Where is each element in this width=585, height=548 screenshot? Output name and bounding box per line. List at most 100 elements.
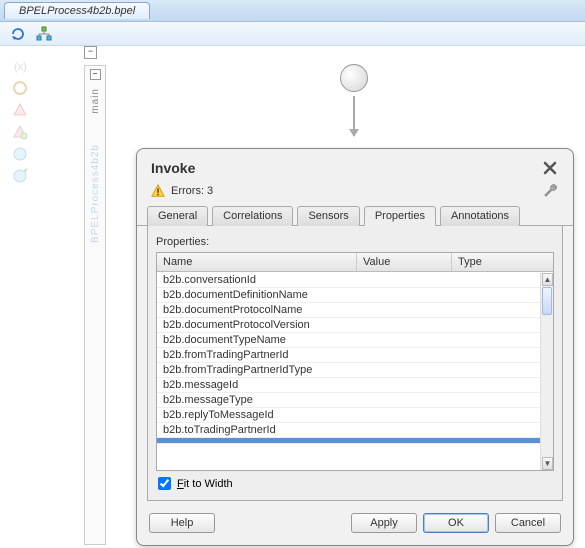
table-row[interactable]: b2b.documentDefinitionName <box>157 288 540 303</box>
cancel-button[interactable]: Cancel <box>495 513 561 533</box>
tab-label: Correlations <box>223 210 282 222</box>
cell-name: b2b.fromTradingPartnerIdType <box>157 363 357 377</box>
lane-collapse-inner[interactable]: − <box>90 69 101 80</box>
invoke-dialog: Invoke Errors: 3 General Correlations Se… <box>136 148 574 546</box>
cell-name: b2b.documentDefinitionName <box>157 288 357 302</box>
cell-value <box>357 348 452 362</box>
editor-toolbar <box>0 22 585 46</box>
ok-button[interactable]: OK <box>423 513 489 533</box>
close-icon[interactable] <box>541 159 559 177</box>
cell-type <box>452 348 540 362</box>
table-row[interactable]: b2b.documentProtocolName <box>157 303 540 318</box>
palette-catch-icon[interactable] <box>10 122 30 142</box>
palette-warning-icon[interactable] <box>10 100 30 120</box>
cell-type <box>452 303 540 317</box>
editor-tab-label: BPELProcess4b2b.bpel <box>19 5 135 17</box>
table-row[interactable]: b2b.messageType <box>157 393 540 408</box>
refresh-icon[interactable] <box>10 26 26 42</box>
apply-button[interactable]: Apply <box>351 513 417 533</box>
tab-general[interactable]: General <box>147 206 208 226</box>
svg-text:(x): (x) <box>14 61 27 73</box>
process-lane: − − main BPELProcess4b2b <box>84 46 114 545</box>
tab-label: General <box>158 210 197 222</box>
scroll-thumb[interactable] <box>542 287 552 315</box>
btn-label: Help <box>171 517 194 529</box>
dialog-button-bar: Help Apply OK Cancel <box>137 507 573 545</box>
errors-label: Errors: 3 <box>171 185 213 197</box>
table-row[interactable]: b2b.replyToMessageId <box>157 408 540 423</box>
lane-main-label: main <box>90 88 101 114</box>
palette-globe-icon[interactable] <box>10 144 30 164</box>
design-canvas: (x) − − main BPELProcess4b2b Invoke Erro… <box>0 46 585 548</box>
warning-icon <box>151 184 165 198</box>
table-row[interactable]: b2b.toTradingPartnerId <box>157 423 540 438</box>
cell-name: b2b.messageId <box>157 378 357 392</box>
palette-activity-icon[interactable] <box>10 78 30 98</box>
editor-tab[interactable]: BPELProcess4b2b.bpel <box>4 2 150 19</box>
editor-tab-bar: BPELProcess4b2b.bpel <box>0 0 585 22</box>
table-row[interactable]: b2b.fromTradingPartnerId <box>157 348 540 363</box>
cell-name: b2b.conversationId <box>157 273 357 287</box>
dialog-header: Invoke <box>137 149 573 181</box>
table-row[interactable]: b2b.documentProtocolVersion <box>157 318 540 333</box>
dialog-meta: Errors: 3 <box>137 181 573 205</box>
cell-value <box>357 288 452 302</box>
lane-collapse-outer[interactable]: − <box>84 46 97 59</box>
table-row[interactable]: b2b.conversationId <box>157 273 540 288</box>
tab-correlations[interactable]: Correlations <box>212 206 293 226</box>
fit-underline: F <box>177 478 184 490</box>
properties-table[interactable]: Name Value Type b2b.conversationIdb2b.do… <box>156 252 554 471</box>
tab-properties[interactable]: Properties <box>364 206 436 226</box>
table-body: b2b.conversationIdb2b.documentDefinition… <box>157 273 540 470</box>
palette-variable-icon[interactable]: (x) <box>10 56 30 76</box>
cell-name: b2b.toTradingPartnerId <box>157 423 357 437</box>
btn-label: Cancel <box>511 517 545 529</box>
tab-sensors[interactable]: Sensors <box>297 206 359 226</box>
table-row-selected[interactable] <box>157 438 540 444</box>
dialog-tabs: General Correlations Sensors Properties … <box>137 205 573 226</box>
structure-icon[interactable] <box>36 26 52 42</box>
col-value[interactable]: Value <box>357 253 452 271</box>
cell-type <box>452 318 540 332</box>
component-palette: (x) <box>10 56 32 188</box>
scroll-down-icon[interactable]: ▼ <box>542 457 553 470</box>
properties-label: Properties: <box>156 236 554 248</box>
fit-to-width-label[interactable]: Fit to Width <box>177 478 233 490</box>
btn-label: OK <box>448 517 464 529</box>
cell-name: b2b.replyToMessageId <box>157 408 357 422</box>
cell-name: b2b.messageType <box>157 393 357 407</box>
cell-value <box>357 393 452 407</box>
cell-type <box>452 288 540 302</box>
cell-name: b2b.documentTypeName <box>157 333 357 347</box>
col-name[interactable]: Name <box>157 253 357 271</box>
tab-label: Sensors <box>308 210 348 222</box>
start-node[interactable] <box>340 64 368 92</box>
palette-link-icon[interactable] <box>10 166 30 186</box>
scroll-track[interactable] <box>542 287 552 456</box>
fit-rest: it to Width <box>184 478 233 490</box>
fit-to-width-row: Fit to Width <box>156 471 554 492</box>
cell-type <box>452 363 540 377</box>
table-row[interactable]: b2b.fromTradingPartnerIdType <box>157 363 540 378</box>
cell-type <box>452 273 540 287</box>
flow-arrow <box>353 96 355 136</box>
vertical-scrollbar[interactable]: ▲ ▼ <box>540 273 553 470</box>
tab-annotations[interactable]: Annotations <box>440 206 520 226</box>
properties-panel: Properties: Name Value Type b2b.conversa… <box>147 226 563 501</box>
cell-value <box>357 378 452 392</box>
cell-value <box>357 303 452 317</box>
tab-label: Annotations <box>451 210 509 222</box>
table-row[interactable]: b2b.messageId <box>157 378 540 393</box>
fit-to-width-checkbox[interactable] <box>158 477 171 490</box>
cell-type <box>452 423 540 437</box>
scroll-up-icon[interactable]: ▲ <box>542 273 553 286</box>
table-row[interactable]: b2b.documentTypeName <box>157 333 540 348</box>
cell-value <box>357 423 452 437</box>
col-type[interactable]: Type <box>452 253 553 271</box>
cell-name: b2b.fromTradingPartnerId <box>157 348 357 362</box>
help-button[interactable]: Help <box>149 513 215 533</box>
cell-type <box>452 408 540 422</box>
lane-box: − main BPELProcess4b2b <box>84 65 106 545</box>
errors-indicator[interactable]: Errors: 3 <box>151 184 213 198</box>
wrench-icon[interactable] <box>543 183 559 199</box>
